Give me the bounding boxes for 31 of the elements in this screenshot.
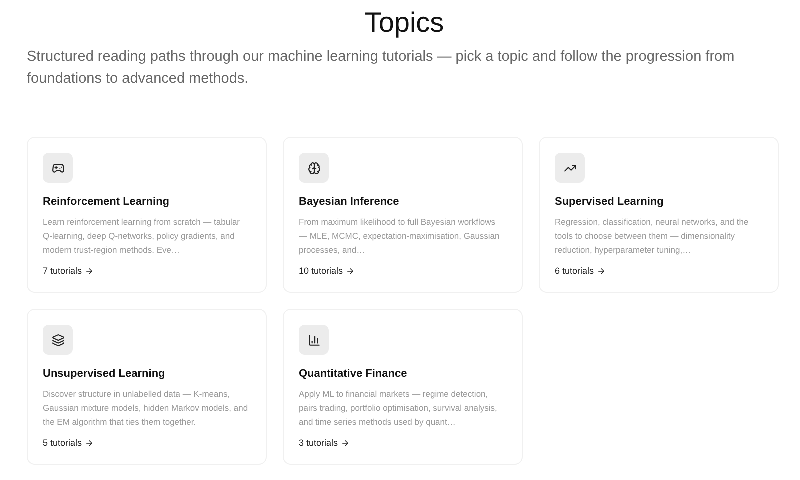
- topic-description: Regression, classification, neural networks, and the tools to choose between them — dimensionality reduction, hyperparameter tuning,…: [555, 216, 750, 257]
- bar-chart-icon: [308, 334, 320, 346]
- arrow-right-icon: [597, 266, 606, 276]
- topic-card[interactable]: Quantitative Finance Apply ML to financial markets — regime detection, pairs trading, portfolio optimisation, survival analysis, and time series methods used by quant… 3 tutorials: [283, 309, 523, 465]
- topic-title: Reinforcement Learning: [43, 195, 171, 209]
- topic-description: Discover structure in unlabelled data — K-means, Gaussian mixture models, hidden Markov models, and the EM algorithm that ties them together.: [43, 388, 250, 429]
- topic-card[interactable]: Unsupervised Learning Discover structure in unlabelled data — K-means, Gaussian mixture models, hidden Markov models, and the EM algorithm that ties them together. 5 tutorials: [27, 309, 267, 465]
- tutorial-count-link[interactable]: 3 tutorials: [299, 436, 338, 450]
- topic-title: Unsupervised Learning: [43, 367, 166, 381]
- arrow-right-icon: [85, 438, 94, 448]
- topic-description: From maximum likelihood to full Bayesian workflows — MLE, MCMC, expectation-maximisation, Gaussian processes, and…: [299, 216, 501, 257]
- arrow-right-icon: [341, 438, 350, 448]
- brain-icon: [308, 162, 320, 174]
- tutorial-count-link[interactable]: 6 tutorials: [555, 264, 594, 278]
- gamepad-icon: [52, 162, 64, 174]
- page-title: Topics: [364, 6, 446, 40]
- topic-card[interactable]: Reinforcement Learning Learn reinforcement learning from scratch — tabular Q-learning, deep Q-networks, policy gradients, and modern trust-region methods. Eve… 7 tutorials: [27, 137, 267, 293]
- arrow-right-icon: [346, 266, 356, 276]
- tutorial-count-link[interactable]: 7 tutorials: [43, 264, 82, 278]
- topic-title: Supervised Learning: [555, 195, 665, 209]
- layers-icon: [52, 334, 64, 346]
- tutorial-count-link[interactable]: 5 tutorials: [43, 436, 82, 450]
- topic-description: Apply ML to financial markets — regime detection, pairs trading, portfolio optimisation, survival analysis, and time series methods used by quant…: [299, 388, 498, 429]
- page-subtitle: Structured reading paths through our machine learning tutorials — pick a topic and follow the progression from foundations to advanced methods.: [27, 48, 736, 89]
- topic-card[interactable]: Supervised Learning Regression, classification, neural networks, and the tools to choose between them — dimensionality reduction, hyperparameter tuning,… 6 tutorials: [539, 137, 779, 293]
- topic-card[interactable]: Bayesian Inference From maximum likelihood to full Bayesian workflows — MLE, MCMC, expectation-maximisation, Gaussian processes, and… 10 tutorials: [283, 137, 523, 293]
- topic-title: Bayesian Inference: [299, 195, 400, 209]
- topic-description: Learn reinforcement learning from scratch — tabular Q-learning, deep Q-networks, policy gradients, and modern trust-region methods. Eve…: [43, 216, 242, 257]
- arrow-right-icon: [85, 266, 94, 276]
- topic-title: Quantitative Finance: [299, 367, 408, 381]
- tutorial-count-link[interactable]: 10 tutorials: [299, 264, 344, 278]
